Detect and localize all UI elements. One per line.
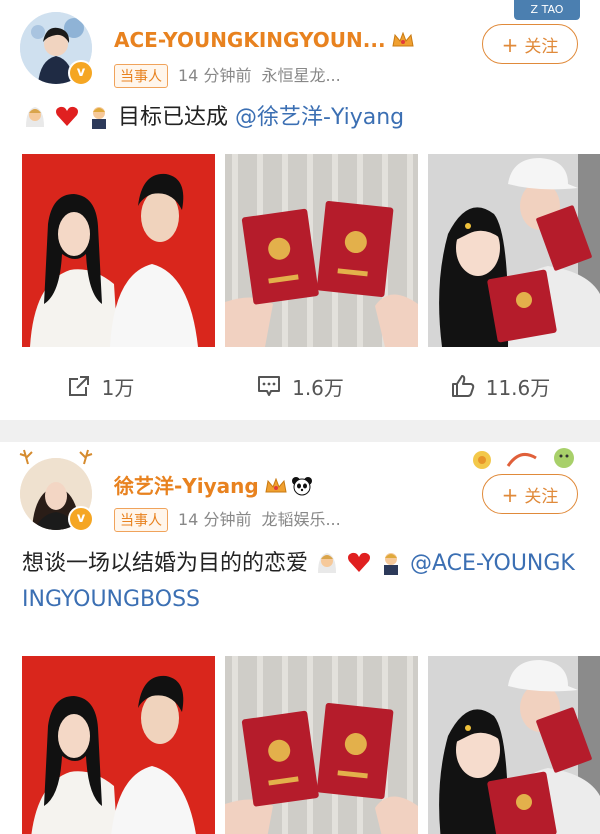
username-text[interactable]: 徐艺洋-Yiyang — [114, 474, 259, 498]
post-meta: 当事人 14 分钟前 龙韬娱乐... — [114, 506, 341, 532]
post-text: 想谈一场以结婚为目的的恋爱 — [22, 551, 309, 576]
mention-link[interactable]: @徐艺洋-Yiyang — [235, 105, 404, 130]
heart-emoji-icon — [54, 103, 80, 129]
username[interactable]: ACE-YOUNGKINGYOUN... — [114, 28, 414, 52]
plus-icon: + — [501, 483, 519, 507]
avatar[interactable]: v — [19, 449, 94, 532]
party-tag: 当事人 — [114, 508, 168, 532]
image-grid — [0, 656, 600, 834]
comment-button[interactable]: 1.6万 — [200, 372, 400, 401]
post-source[interactable]: 龙韬娱乐... — [261, 510, 340, 529]
bride-emoji-icon — [314, 549, 340, 575]
action-bar: 1万 1.6万 11.6万 — [0, 347, 600, 425]
post-source[interactable]: 永恒星龙... — [261, 66, 340, 85]
crown-icon — [265, 475, 287, 493]
verified-badge-icon: v — [68, 60, 94, 86]
photo-certificates-1[interactable] — [225, 154, 418, 347]
plus-icon: + — [501, 33, 519, 57]
image-grid — [0, 154, 600, 347]
thumbs-up-icon — [451, 375, 474, 397]
follow-label: 关注 — [524, 37, 559, 57]
post-time: 14 分钟前 — [178, 66, 252, 85]
comment-icon — [258, 376, 281, 396]
bride-emoji-icon — [22, 103, 48, 129]
photo-certificates-1[interactable] — [225, 656, 418, 834]
groom-emoji-icon — [378, 549, 404, 575]
party-tag: 当事人 — [114, 64, 168, 88]
antler-decoration-icon — [19, 449, 93, 465]
share-icon — [68, 376, 89, 396]
follow-button[interactable]: + 关注 — [482, 24, 578, 64]
username-text[interactable]: ACE-YOUNGKINGYOUN... — [114, 28, 386, 52]
post-meta: 当事人 14 分钟前 永恒星龙... — [114, 62, 341, 88]
groom-emoji-icon — [86, 103, 112, 129]
follow-button[interactable]: + 关注 — [482, 474, 578, 514]
weibo-post-1: v ACE-YOUNGKINGYOUN... 当事人 14 分钟前 永恒星龙... … — [0, 0, 600, 420]
header-decoration-icon — [473, 448, 574, 469]
crown-icon — [391, 29, 414, 47]
post-content: 想谈一场以结婚为目的的恋爱 @ACE-YOUNGKINGYOUNGBOSS — [0, 542, 600, 634]
post-header: v ACE-YOUNGKINGYOUN... 当事人 14 分钟前 永恒星龙... … — [0, 0, 600, 100]
avatar[interactable]: v — [20, 12, 94, 86]
verified-badge-icon: v — [68, 506, 94, 532]
post-header: v 徐艺洋-Yiyang 当事人 14 分钟前 龙韬娱乐... + 关注 — [0, 442, 600, 542]
follow-label: 关注 — [524, 487, 559, 507]
like-count: 11.6万 — [485, 375, 551, 400]
repost-button[interactable]: 1万 — [0, 372, 200, 401]
post-time: 14 分钟前 — [178, 510, 252, 529]
photo-selfie[interactable] — [428, 154, 600, 347]
panda-icon — [291, 476, 313, 496]
photo-selfie[interactable] — [428, 656, 600, 834]
post-content: 目标已达成 @徐艺洋-Yiyang — [0, 100, 600, 148]
post-text: 目标已达成 — [118, 105, 235, 130]
username[interactable]: 徐艺洋-Yiyang — [114, 470, 313, 499]
repost-count: 1万 — [101, 375, 135, 400]
photo-couple-red[interactable] — [22, 656, 215, 834]
heart-emoji-icon — [346, 549, 372, 575]
weibo-post-2: v 徐艺洋-Yiyang 当事人 14 分钟前 龙韬娱乐... + 关注 想谈一场以结… — [0, 442, 600, 834]
like-button[interactable]: 11.6万 — [400, 372, 600, 401]
comment-count: 1.6万 — [292, 375, 344, 400]
photo-couple-red[interactable] — [22, 154, 215, 347]
header-decoration: Z TAO — [514, 0, 580, 20]
